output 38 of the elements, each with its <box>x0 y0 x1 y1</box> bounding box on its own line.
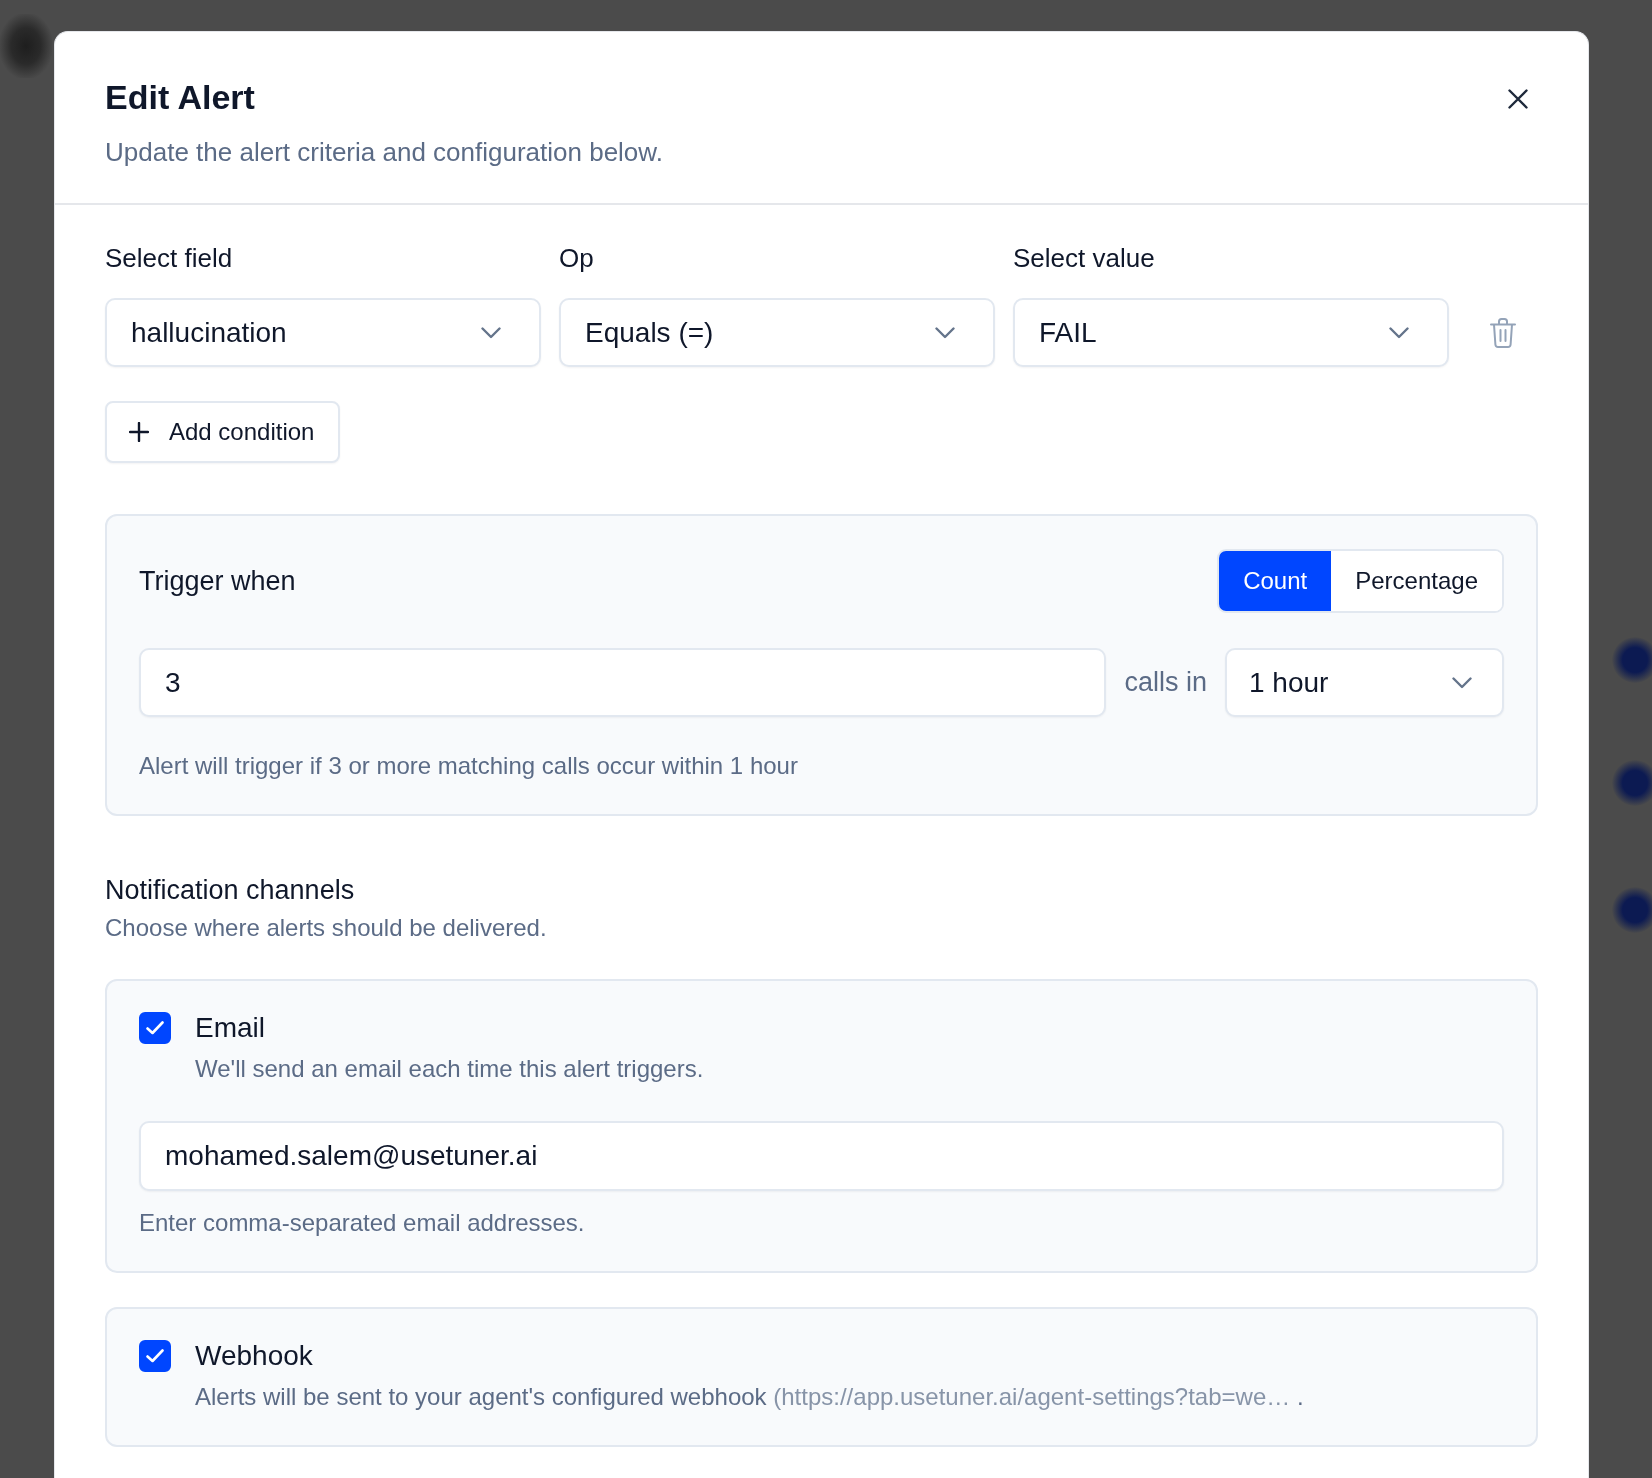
checkbox[interactable] <box>139 1340 171 1372</box>
operator-select[interactable]: Equals (=) <box>559 298 995 367</box>
chevron-down-icon <box>935 326 955 339</box>
email-input[interactable]: mohamed.salem@usetuner.ai <box>139 1121 1504 1191</box>
field-label: Op <box>559 242 595 274</box>
add-condition-button[interactable]: Add condition <box>105 401 341 463</box>
dialog-subtitle: Update the alert criteria and configuration below. <box>105 136 663 169</box>
delete-button[interactable] <box>1489 317 1516 348</box>
mode-tab[interactable]: Count <box>1219 551 1332 611</box>
time-window-select[interactable]: 1 hour <box>1225 648 1504 717</box>
check-icon <box>146 1349 164 1363</box>
section-subtitle: Choose where alerts should be delivered. <box>105 913 548 943</box>
threshold-input[interactable]: 3 <box>139 648 1107 717</box>
chevron-down-icon <box>1389 326 1409 339</box>
blurred-dot <box>1612 887 1652 933</box>
dialog-title: Edit Alert <box>105 77 256 118</box>
field-label: Select field <box>105 242 234 274</box>
blurred-dot <box>1612 637 1652 683</box>
help-text: Alert will trigger if 3 or more matching calls occur within 1 hour <box>139 751 799 781</box>
value-select[interactable]: FAIL <box>1013 298 1449 367</box>
checkbox[interactable] <box>139 1012 171 1044</box>
blurred-dot <box>1612 760 1652 806</box>
chevron-down-icon <box>481 326 501 339</box>
channel-name: Webhook <box>195 1339 313 1373</box>
field-select[interactable]: hallucination <box>105 298 541 367</box>
section-title: Trigger when <box>139 565 296 598</box>
check-icon <box>146 1021 164 1035</box>
channel-name: Email <box>195 1011 265 1045</box>
section-title: Notification channels <box>105 874 356 906</box>
chevron-down-icon <box>1452 676 1472 689</box>
unit-label: calls in <box>1124 667 1207 698</box>
close-icon <box>1508 89 1528 109</box>
channel-description: Alerts will be sent to your agent's configured webhook (https://app.usetuner.ai/agent-settings?tab=we… . <box>195 1382 1305 1412</box>
help-text: Enter comma-separated email addresses. <box>139 1208 586 1238</box>
channel-description: We'll send an email each time this alert triggers. <box>195 1054 705 1084</box>
plus-icon <box>129 422 149 442</box>
trash-icon <box>1489 317 1516 348</box>
field-label: Select value <box>1013 242 1156 274</box>
